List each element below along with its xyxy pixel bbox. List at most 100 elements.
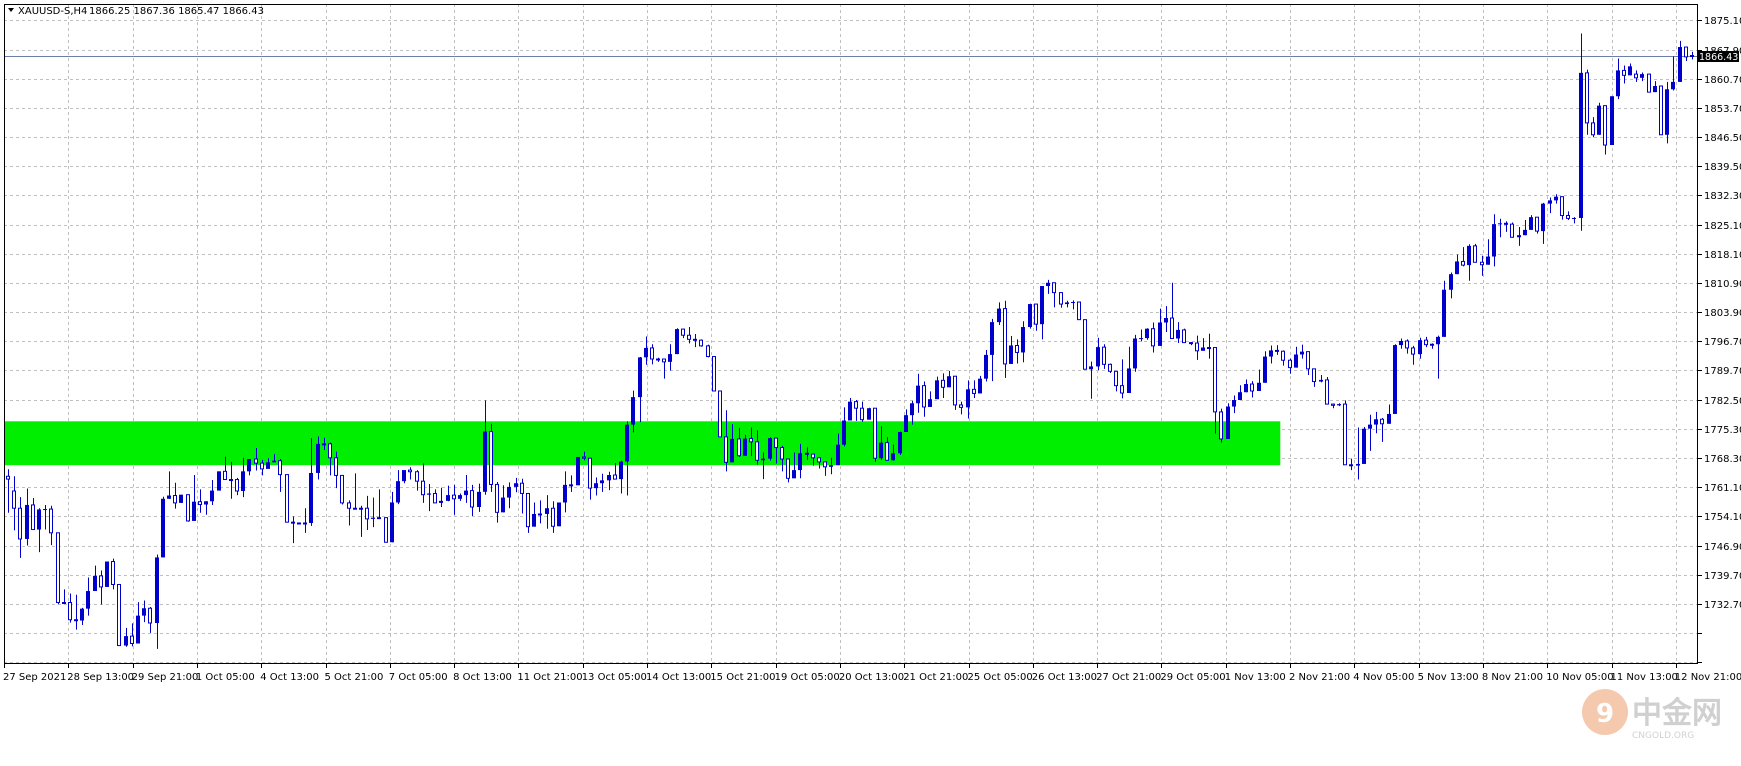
candle	[1455, 254, 1459, 275]
candle-body-bear	[179, 494, 183, 503]
candle	[1028, 303, 1032, 329]
candle-body-bull	[1424, 339, 1428, 346]
candle-body-bull	[811, 453, 815, 459]
candle	[1034, 303, 1038, 331]
candle	[247, 459, 251, 476]
candle	[699, 339, 703, 347]
candle-body-bull	[1690, 55, 1694, 58]
candle	[1498, 218, 1502, 238]
candle	[501, 485, 505, 513]
candle	[1467, 244, 1471, 281]
candle-body-bull	[959, 404, 963, 408]
watermark: 9 中金网 CNGOLD.ORG	[1582, 689, 1722, 741]
candle-body-bull	[1189, 342, 1193, 345]
candle	[768, 437, 772, 461]
candle	[74, 594, 78, 630]
candle	[693, 334, 697, 348]
candle-body-bull	[724, 436, 728, 463]
candle	[1523, 220, 1527, 236]
candle-body-bear	[1393, 345, 1397, 414]
candle	[1579, 33, 1583, 231]
candle	[359, 505, 363, 537]
candle-body-bear	[1362, 428, 1366, 464]
candle	[1189, 342, 1193, 346]
candle-body-bear	[798, 453, 802, 471]
candle-body-bear	[43, 509, 47, 511]
candle-body-bear	[427, 493, 431, 495]
candle-body-bear	[37, 509, 41, 530]
chart-menu-arrow-icon[interactable]	[8, 8, 14, 12]
candle-body-bull	[229, 479, 233, 482]
candle-body-bull	[1275, 349, 1279, 352]
candle-body-bull	[718, 390, 722, 438]
candle-body-bear	[1176, 329, 1180, 339]
candle-body-bear	[247, 459, 251, 472]
candle	[1671, 56, 1675, 91]
candle-body-bear	[576, 456, 580, 486]
candle-body-bear	[848, 401, 852, 421]
candle	[947, 370, 951, 388]
candle-body-bear	[458, 495, 462, 499]
candle	[1628, 63, 1632, 76]
candle-body-bear	[836, 444, 840, 466]
candle	[656, 357, 660, 362]
candle-body-bull	[291, 521, 295, 524]
candle-body-bear	[514, 483, 518, 487]
candle-body-bull	[408, 469, 412, 473]
candle-body-bear	[309, 472, 313, 523]
candle-body-bear	[1139, 338, 1143, 340]
candle	[124, 627, 128, 647]
x-tick-label: 12 Nov 21:00	[1675, 672, 1741, 683]
candle-body-bear	[1071, 302, 1075, 304]
candle-body-bull	[650, 347, 654, 360]
x-tick-label: 27 Oct 21:00	[1096, 672, 1161, 683]
candle-body-bear	[1486, 256, 1490, 265]
candle	[1597, 102, 1601, 135]
candle-body-bear	[1665, 89, 1669, 135]
candle-body-bull	[68, 602, 72, 621]
candle-body-bull	[823, 461, 827, 468]
candle	[1040, 286, 1044, 340]
candle-body-bear	[371, 517, 375, 519]
candle-body-bull	[328, 443, 332, 459]
candle	[1244, 379, 1248, 393]
candle	[1473, 243, 1477, 263]
candle	[148, 607, 152, 633]
candle-body-bull	[780, 447, 784, 460]
candle	[1009, 336, 1013, 364]
candle-body-bear	[446, 495, 450, 501]
candle	[1349, 458, 1353, 471]
candle-body-bull	[334, 457, 338, 476]
candle-body-bull	[1461, 260, 1465, 266]
candle-body-bear	[1467, 245, 1471, 266]
candle	[1176, 322, 1180, 344]
current-price-badge: 1866.43	[1697, 51, 1739, 63]
candle-body-bull	[1380, 418, 1384, 425]
candle	[1337, 403, 1341, 407]
candle	[1436, 335, 1440, 379]
candle	[638, 356, 642, 423]
candle-body-bear	[439, 500, 443, 503]
candle-body-bear	[1498, 223, 1502, 225]
candle	[439, 487, 443, 507]
candle	[1281, 350, 1285, 366]
y-tick-label: 1846.50	[1704, 133, 1741, 144]
candle	[1127, 346, 1131, 394]
candle	[229, 461, 233, 499]
candle-body-bull	[173, 495, 177, 504]
candle-body-bull	[1560, 196, 1564, 217]
candle-body-bull	[74, 619, 78, 622]
candle-body-bear	[532, 513, 536, 527]
x-tick-label: 21 Oct 21:00	[903, 672, 968, 683]
candle-body-bear	[1294, 354, 1298, 368]
candle	[235, 477, 239, 496]
candle-body-bear	[1492, 224, 1496, 257]
candle-body-bear	[792, 470, 796, 479]
candle	[1325, 377, 1329, 405]
candle-body-bear	[1300, 351, 1304, 355]
candle	[545, 495, 549, 529]
candle	[1548, 197, 1552, 214]
candle-body-bull	[223, 470, 227, 481]
candle-body-bull	[186, 494, 190, 522]
candle-body-bull	[433, 492, 437, 504]
